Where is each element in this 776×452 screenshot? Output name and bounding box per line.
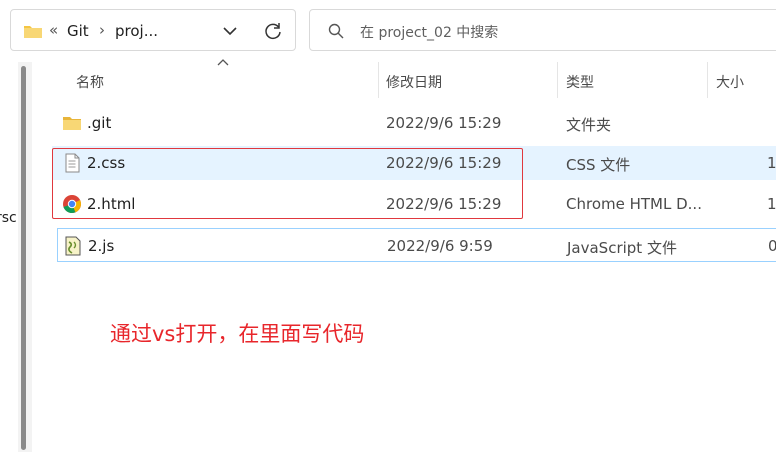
column-modified[interactable]: 修改日期: [386, 72, 442, 92]
search-input[interactable]: 在 project_02 中搜索: [360, 22, 498, 42]
file-modified: 2022/9/6 9:59: [387, 237, 493, 255]
file-size: 0: [768, 237, 776, 255]
column-divider[interactable]: [707, 62, 708, 98]
file-type: CSS 文件: [566, 156, 631, 174]
file-size: 1: [767, 154, 776, 172]
refresh-icon[interactable]: [263, 21, 283, 41]
file-name: 2.js: [88, 237, 115, 255]
breadcrumb-separator[interactable]: ›: [99, 21, 105, 39]
breadcrumb-git[interactable]: Git: [67, 22, 89, 40]
folder-icon: [24, 26, 42, 38]
search-box[interactable]: 在 project_02 中搜索: [309, 9, 776, 51]
annotation-highlight-box: [52, 148, 523, 219]
search-icon: [328, 23, 344, 39]
overflow-chevron[interactable]: «: [49, 21, 58, 39]
address-bar[interactable]: « Git › proj...: [10, 9, 296, 51]
column-divider[interactable]: [378, 62, 379, 98]
annotation-text: 通过vs打开，在里面写代码: [110, 322, 365, 346]
column-header: 名称 修改日期 类型 大小: [0, 62, 776, 98]
file-row-git[interactable]: .git 2022/9/6 15:29 文件夹: [52, 106, 776, 140]
file-type: JavaScript 文件: [567, 239, 677, 257]
file-modified: 2022/9/6 15:29: [386, 114, 502, 132]
file-type: 文件夹: [566, 116, 612, 134]
sort-ascending-icon: [217, 59, 229, 66]
breadcrumb-project[interactable]: proj...: [115, 22, 158, 40]
column-size[interactable]: 大小: [716, 72, 744, 92]
column-type[interactable]: 类型: [566, 72, 594, 92]
js-file-icon: [65, 236, 81, 256]
file-type: Chrome HTML D...: [566, 195, 702, 213]
file-name: .git: [87, 114, 112, 132]
file-explorer-window: « Git › proj... 在 project_02 中搜索 rsc 名称 …: [0, 0, 776, 452]
chevron-down-icon[interactable]: [221, 22, 239, 40]
column-name[interactable]: 名称: [76, 72, 104, 92]
folder-icon: [63, 117, 81, 130]
column-divider[interactable]: [557, 62, 558, 98]
nav-scrollbar-thumb[interactable]: [21, 66, 26, 450]
nav-item-partial[interactable]: rsc: [0, 210, 17, 226]
file-row-js[interactable]: 2.js 2022/9/6 9:59 JavaScript 文件 0: [57, 228, 776, 262]
file-size: 1: [767, 195, 776, 213]
